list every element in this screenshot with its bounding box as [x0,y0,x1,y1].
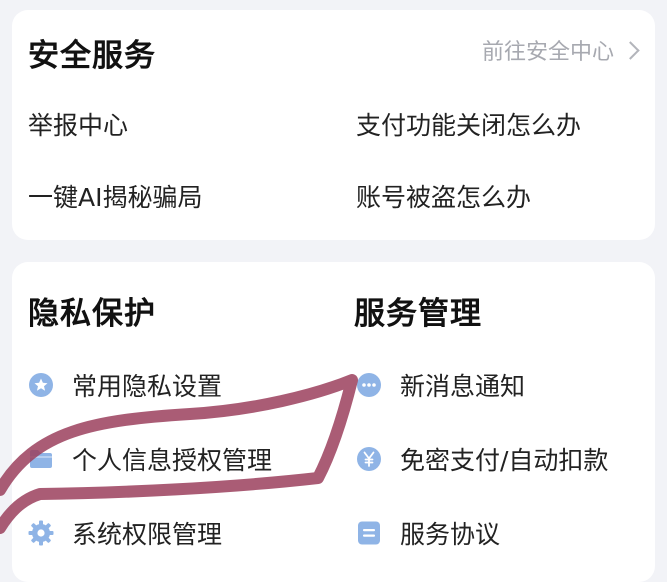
chat-bubble-icon [356,372,382,398]
privacy-protection-title: 隐私保护 [28,296,156,332]
document-icon [356,520,382,546]
new-message-notification-label: 新消息通知 [400,372,526,401]
report-center-item[interactable]: 举报中心 [28,106,128,142]
personal-info-authorization-item[interactable]: 个人信息授权管理 [28,441,272,477]
account-stolen-help-item[interactable]: 账号被盗怎么办 [356,178,531,214]
security-services-card: 安全服务 前往安全中心 举报中心 支付功能关闭怎么办 一键AI揭秘骗局 账号被盗… [12,10,655,240]
privacy-service-card: 隐私保护 服务管理 常用隐私设置 个人信息授权管理 系统权限管理 新消息通知 免… [12,262,655,582]
folder-icon [28,446,54,472]
star-badge-icon [28,372,54,398]
ai-scam-reveal-item[interactable]: 一键AI揭秘骗局 [28,178,202,214]
system-permission-label: 系统权限管理 [72,520,223,549]
chevron-right-icon [621,40,640,60]
new-message-notification-item[interactable]: 新消息通知 [356,367,525,403]
yen-icon [356,446,382,472]
security-services-title: 安全服务 [28,38,156,74]
service-agreement-label: 服务协议 [400,520,501,549]
service-agreement-item[interactable]: 服务协议 [356,515,500,551]
personal-info-authorization-label: 个人信息授权管理 [72,446,273,475]
password-free-payment-item[interactable]: 免密支付/自动扣款 [356,441,608,477]
payment-disabled-help-item[interactable]: 支付功能关闭怎么办 [356,106,581,142]
system-permission-item[interactable]: 系统权限管理 [28,515,222,551]
common-privacy-settings-item[interactable]: 常用隐私设置 [28,367,222,403]
common-privacy-settings-label: 常用隐私设置 [72,372,223,401]
password-free-payment-label: 免密支付/自动扣款 [400,446,609,475]
security-center-link[interactable]: 前往安全中心 [481,34,640,66]
gear-icon [28,520,54,546]
security-center-link-label: 前往安全中心 [481,40,614,65]
service-management-title: 服务管理 [354,296,482,332]
